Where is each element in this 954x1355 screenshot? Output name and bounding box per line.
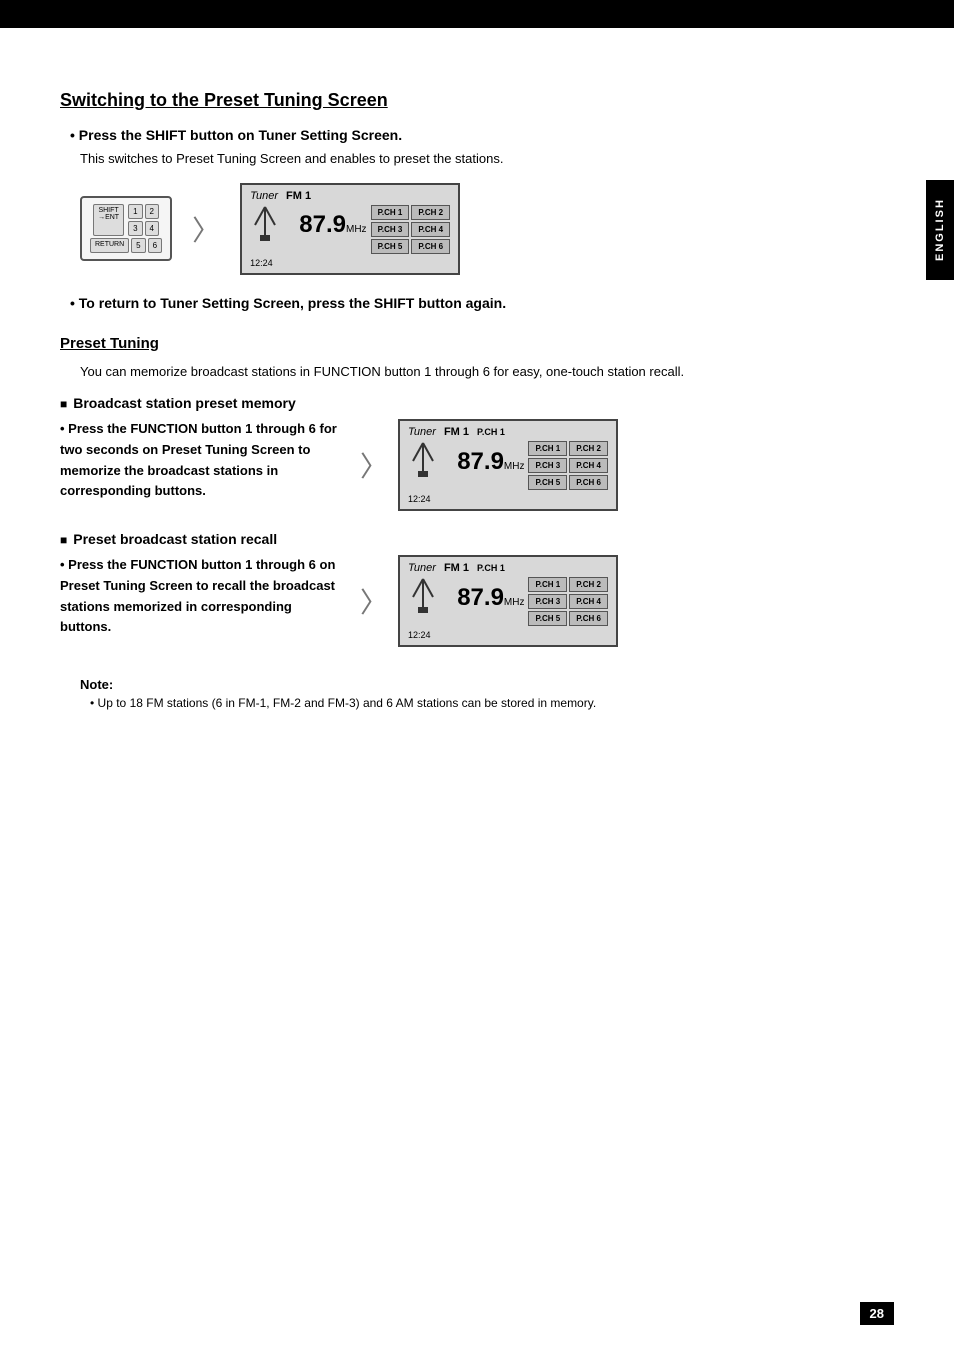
- device-mockup: SHIFT→ENT 1 2 3 4 RETURN 5: [80, 196, 172, 261]
- btn-2: 2: [145, 204, 159, 219]
- pch3-2: P.CH 3: [528, 458, 567, 473]
- english-tab: ENGLISH: [926, 180, 954, 280]
- btn-4: 4: [145, 221, 159, 236]
- sub2-row: Press the FUNCTION button 1 through 6 on…: [60, 555, 854, 647]
- section2-heading: Preset Tuning: [60, 335, 854, 352]
- arrow-right: 〉: [192, 209, 220, 249]
- pch6-2: P.CH 6: [569, 475, 608, 490]
- section1-description: This switches to Preset Tuning Screen an…: [80, 149, 854, 169]
- sub2-heading: Preset broadcast station recall: [60, 531, 854, 547]
- pch4-3: P.CH 4: [569, 594, 608, 609]
- pch4-2: P.CH 4: [569, 458, 608, 473]
- sub1-bullet-text: Press the FUNCTION button 1 through 6 fo…: [60, 419, 340, 502]
- arrow-right-2: 〉: [360, 445, 388, 485]
- section2-description: You can memorize broadcast stations in F…: [80, 362, 854, 382]
- tuner-screen-2: Tuner FM 1 P.CH 1: [398, 419, 618, 511]
- pch3-3: P.CH 3: [528, 594, 567, 609]
- note-text: Up to 18 FM stations (6 in FM-1, FM-2 an…: [90, 696, 854, 710]
- pch5-1: P.CH 5: [371, 239, 410, 254]
- tuner-pch-label-2: P.CH 1: [477, 427, 505, 437]
- pch2-2: P.CH 2: [569, 441, 608, 456]
- return-button: RETURN: [90, 238, 129, 253]
- pch1-1: P.CH 1: [371, 205, 410, 220]
- tuner-time-3: 12:24: [408, 630, 608, 640]
- tuner-freq-3: 87.9MHz: [438, 586, 524, 610]
- pch4-1: P.CH 4: [411, 222, 450, 237]
- tuner-fm-2: FM 1: [444, 426, 469, 438]
- pch2-1: P.CH 2: [411, 205, 450, 220]
- tuner-mhz-2: MHz: [504, 461, 525, 472]
- tuner-pch-grid-1: P.CH 1 P.CH 2 P.CH 3 P.CH 4 P.CH 5 P.CH …: [371, 205, 451, 254]
- pch1-3: P.CH 1: [528, 577, 567, 592]
- btn-5: 5: [131, 238, 145, 253]
- btn-1: 1: [128, 204, 142, 219]
- tuner-time-2: 12:24: [408, 494, 608, 504]
- sub2-bullet-text: Press the FUNCTION button 1 through 6 on…: [60, 555, 340, 638]
- pch6-1: P.CH 6: [411, 239, 450, 254]
- tuner-fm-1: FM 1: [286, 190, 311, 202]
- top-bar: [0, 0, 954, 28]
- pch3-1: P.CH 3: [371, 222, 410, 237]
- section1-diagram: SHIFT→ENT 1 2 3 4 RETURN 5: [80, 183, 854, 275]
- page-number: 28: [860, 1302, 894, 1325]
- tuner-label-1: Tuner: [250, 190, 278, 202]
- sub2-diagram: 〉 Tuner FM 1 P.CH 1: [360, 555, 618, 647]
- tuner-fm-3: FM 1: [444, 562, 469, 574]
- note-section: Note: Up to 18 FM stations (6 in FM-1, F…: [80, 677, 854, 710]
- tuner-screen-1: Tuner FM 1: [240, 183, 460, 275]
- sub1-diagram: 〉 Tuner FM 1 P.CH 1: [360, 419, 618, 511]
- sub1-heading: Broadcast station preset memory: [60, 395, 854, 411]
- antenna-icon-2: [408, 441, 438, 479]
- shift-button: SHIFT→ENT: [93, 204, 124, 236]
- tuner-pch-label-3: P.CH 1: [477, 563, 505, 573]
- btn-3: 3: [128, 221, 142, 236]
- tuner-pch-grid-3: P.CH 1 P.CH 2 P.CH 3 P.CH 4 P.CH 5 P.CH …: [528, 577, 608, 626]
- section1-heading: Switching to the Preset Tuning Screen: [60, 90, 854, 111]
- pch1-2: P.CH 1: [528, 441, 567, 456]
- tuner-time-1: 12:24: [250, 258, 450, 268]
- pch2-3: P.CH 2: [569, 577, 608, 592]
- section1-bullet1: Press the SHIFT button on Tuner Setting …: [70, 127, 854, 143]
- tuner-label-2: Tuner: [408, 426, 436, 438]
- arrow-right-3: 〉: [360, 581, 388, 621]
- note-title: Note:: [80, 677, 854, 692]
- tuner-mhz-1: MHz: [346, 224, 367, 235]
- pch5-2: P.CH 5: [528, 475, 567, 490]
- tuner-pch-grid-2: P.CH 1 P.CH 2 P.CH 3 P.CH 4 P.CH 5 P.CH …: [528, 441, 608, 490]
- tuner-label-3: Tuner: [408, 562, 436, 574]
- pch5-3: P.CH 5: [528, 611, 567, 626]
- tuner-mhz-3: MHz: [504, 597, 525, 608]
- return-note: To return to Tuner Setting Screen, press…: [70, 295, 854, 311]
- tuner-freq-2: 87.9MHz: [438, 450, 524, 474]
- antenna-icon-3: [408, 577, 438, 615]
- pch6-3: P.CH 6: [569, 611, 608, 626]
- antenna-icon-1: [250, 205, 280, 243]
- sub1-row: Press the FUNCTION button 1 through 6 fo…: [60, 419, 854, 511]
- tuner-screen-3: Tuner FM 1 P.CH 1: [398, 555, 618, 647]
- btn-6: 6: [148, 238, 162, 253]
- tuner-freq-1: 87.9MHz: [280, 213, 366, 237]
